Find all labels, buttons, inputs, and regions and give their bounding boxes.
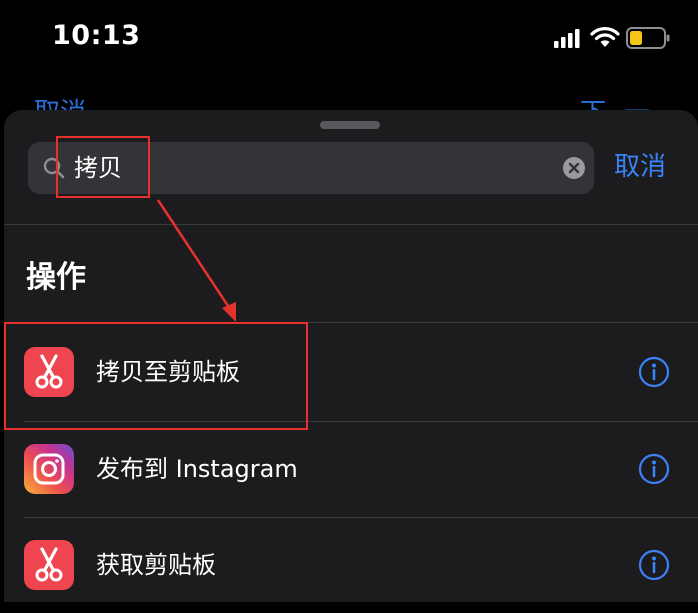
info-icon[interactable] [638, 549, 670, 581]
status-time: 10:13 [52, 20, 141, 51]
scissors-icon [24, 540, 74, 590]
sheet-grabber-handle[interactable] [320, 121, 380, 129]
info-icon[interactable] [638, 453, 670, 485]
info-icon[interactable] [638, 356, 670, 388]
instagram-icon [24, 444, 74, 494]
battery-low-icon [626, 27, 670, 49]
cellular-signal-icon [554, 29, 580, 48]
cancel-search-button[interactable]: 取消 [614, 150, 666, 184]
annotation-box-action [4, 322, 308, 430]
action-row-post-to-instagram[interactable]: 发布到 Instagram [4, 421, 698, 517]
status-bar: 10:13 [0, 0, 698, 80]
section-title: 操作 [26, 260, 86, 295]
wifi-icon [590, 27, 620, 47]
clear-search-icon[interactable] [562, 156, 586, 180]
annotation-box-search [56, 136, 150, 198]
action-label: 获取剪贴板 [96, 551, 216, 579]
divider [4, 224, 698, 225]
action-label: 发布到 Instagram [96, 455, 298, 483]
action-row-get-clipboard[interactable]: 获取剪贴板 [4, 517, 698, 613]
